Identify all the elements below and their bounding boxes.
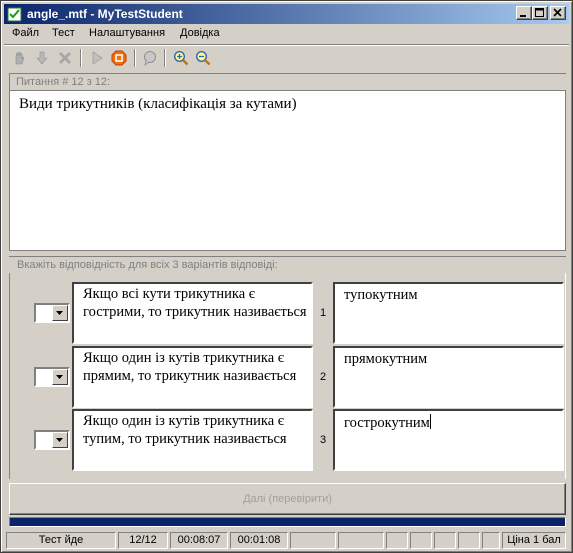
status-price: Ціна 1 бал — [502, 532, 566, 549]
chevron-down-icon — [56, 311, 63, 315]
toolbar-separator — [134, 49, 136, 67]
dropdown-button[interactable] — [52, 369, 68, 385]
hand-icon — [15, 51, 25, 65]
answer-right-3[interactable]: гострокутним — [333, 409, 564, 471]
minimize-button[interactable] — [516, 6, 532, 20]
answer-number-3: 3 — [319, 434, 327, 446]
zoom-in-icon — [173, 50, 189, 66]
answer-right-3-text: гострокутним — [344, 415, 430, 431]
status-empty-2 — [338, 532, 384, 549]
cross-icon — [58, 51, 72, 65]
match-select-1[interactable] — [34, 303, 70, 323]
window-title: angle_.mtf - MyTestStudent — [27, 7, 183, 21]
arrow-down-icon — [36, 51, 48, 65]
status-empty-3 — [386, 532, 408, 549]
status-question-time: 00:01:08 — [230, 532, 288, 549]
cancel-button[interactable] — [55, 48, 75, 68]
answer-number-1: 1 — [319, 307, 327, 319]
maximize-button[interactable] — [532, 6, 548, 20]
dropdown-button[interactable] — [52, 432, 68, 448]
match-select-3[interactable] — [34, 430, 70, 450]
question-header: Питання # 12 з 12: — [9, 73, 566, 90]
zoom-in-button[interactable] — [171, 48, 191, 68]
chat-icon — [144, 51, 156, 66]
question-text: Види трикутників (класифікація за кутами… — [19, 96, 297, 112]
play-button[interactable] — [87, 48, 107, 68]
answer-right-2: прямокутним — [333, 346, 564, 408]
toolbar-separator — [80, 49, 82, 67]
dropdown-button[interactable] — [52, 305, 68, 321]
menu-bar: Файл Тест Налаштування Довідка — [4, 25, 569, 43]
chat-button[interactable] — [140, 48, 160, 68]
menu-settings[interactable]: Налаштування — [89, 27, 165, 39]
status-empty-1 — [290, 532, 336, 549]
instruction-text: Вкажіть відповідність для всіх 3 варіант… — [9, 256, 566, 273]
answer-left-1: Якщо всі кути трикутника є гострими, то … — [72, 282, 313, 344]
close-icon — [553, 8, 562, 17]
status-counter: 12/12 — [118, 532, 168, 549]
stop-icon — [111, 50, 127, 66]
status-empty-7 — [482, 532, 500, 549]
next-button[interactable]: Далі (перевірити) — [9, 483, 566, 515]
question-panel: Види трикутників (класифікація за кутами… — [9, 90, 566, 251]
answer-left-3: Якщо один із кутів трикутника є тупим, т… — [72, 409, 313, 471]
app-window: angle_.mtf - MyTestStudent Файл Тест Нал… — [0, 0, 573, 553]
status-bar: Тест йде 12/12 00:08:07 00:01:08 Ціна 1 … — [4, 531, 569, 550]
match-select-2[interactable] — [34, 367, 70, 387]
toolbar-separator — [164, 49, 166, 67]
answer-left-2: Якщо один із кутів трикутника є прямим, … — [72, 346, 313, 408]
status-elapsed: 00:08:07 — [170, 532, 228, 549]
zoom-out-icon — [195, 50, 211, 66]
close-button[interactable] — [550, 6, 566, 20]
minimize-icon — [520, 15, 526, 17]
hand-button[interactable] — [9, 48, 29, 68]
title-bar[interactable]: angle_.mtf - MyTestStudent — [4, 4, 569, 24]
chevron-down-icon — [56, 375, 63, 379]
status-empty-5 — [434, 532, 456, 549]
play-icon — [92, 51, 103, 65]
menu-test[interactable]: Тест — [52, 27, 75, 39]
status-empty-4 — [410, 532, 432, 549]
answer-number-2: 2 — [319, 371, 327, 383]
progress-bar — [9, 517, 566, 527]
menu-help[interactable]: Довідка — [180, 27, 220, 39]
chevron-down-icon — [56, 438, 63, 442]
app-icon — [7, 7, 22, 22]
zoom-out-button[interactable] — [193, 48, 213, 68]
maximize-icon — [535, 8, 544, 17]
status-empty-6 — [458, 532, 480, 549]
toolbar — [4, 44, 569, 70]
text-cursor — [429, 414, 431, 429]
stop-button[interactable] — [109, 48, 129, 68]
progress-fill — [10, 518, 565, 526]
status-state: Тест йде — [6, 532, 116, 549]
next-arrow-button[interactable] — [32, 48, 52, 68]
menu-file[interactable]: Файл — [12, 27, 39, 39]
answer-right-1: тупокутним — [333, 282, 564, 344]
